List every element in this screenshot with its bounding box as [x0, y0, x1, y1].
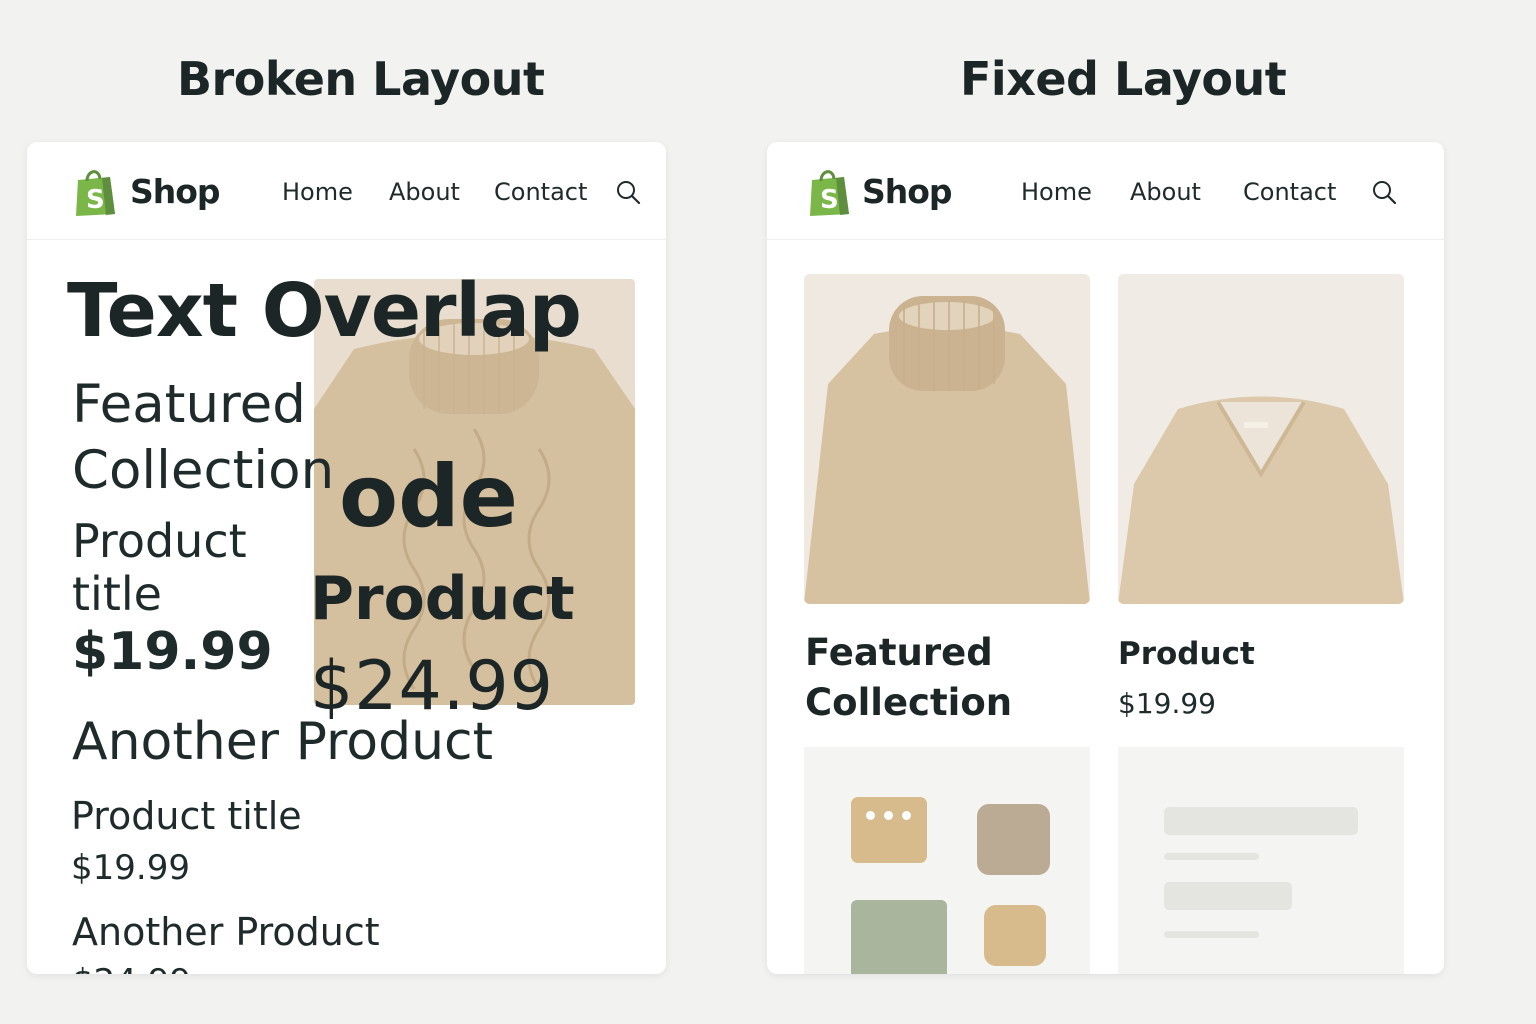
nav-contact-link[interactable]: Contact — [494, 178, 587, 206]
product-price: $19.99 — [72, 622, 273, 682]
product-price: $19.99 — [1118, 687, 1216, 720]
svg-text:S: S — [820, 185, 839, 215]
tile-with-dots — [851, 797, 927, 863]
product-price-clipped: $24.99 — [72, 962, 191, 974]
another-product-title[interactable]: Another Product — [72, 712, 493, 772]
broken-layout-title: Broken Layout — [177, 52, 545, 106]
navbar: S Shop Home About Contact — [27, 142, 666, 240]
tile-tan — [984, 905, 1046, 966]
skeleton-line — [1164, 853, 1259, 860]
product-title[interactable]: Product — [1118, 636, 1255, 672]
logo-text[interactable]: Shop — [130, 172, 221, 211]
overlapping-code-text: ode — [339, 447, 518, 547]
tile-taupe — [977, 804, 1050, 875]
featured-collection-title: Featured Collection — [72, 374, 335, 501]
product-price-2: $19.99 — [71, 848, 190, 888]
fixed-layout-title: Fixed Layout — [960, 52, 1287, 106]
skeleton-line — [1164, 931, 1259, 938]
turtleneck-sweater-image[interactable] — [804, 274, 1090, 604]
vneck-sweater-image[interactable] — [1118, 274, 1404, 604]
search-icon[interactable] — [1372, 180, 1398, 206]
fixed-layout-card: S Shop Home About Contact Featured Colle… — [767, 142, 1444, 974]
tile-sage — [851, 900, 947, 974]
logo-text[interactable]: Shop — [862, 172, 953, 211]
search-icon[interactable] — [616, 180, 642, 206]
skeleton-bar — [1164, 882, 1292, 910]
svg-text:S: S — [86, 185, 105, 215]
placeholder-card-skeleton — [1118, 747, 1404, 974]
skeleton-bar — [1164, 807, 1358, 835]
shopify-bag-icon[interactable]: S — [74, 166, 118, 218]
product-title-2[interactable]: Product title — [71, 794, 302, 838]
navbar: S Shop Home About Contact — [767, 142, 1444, 240]
nav-contact-link[interactable]: Contact — [1243, 178, 1336, 206]
product-title[interactable]: Product title — [72, 515, 292, 621]
placeholder-card-tiles — [804, 747, 1090, 974]
another-product-title-2[interactable]: Another Product — [72, 910, 380, 954]
nav-home-link[interactable]: Home — [1021, 178, 1092, 206]
overlapping-product-title[interactable]: Product — [310, 564, 575, 634]
text-overlap-heading: Text Overlap — [67, 268, 582, 354]
shopify-bag-icon[interactable]: S — [808, 166, 852, 218]
nav-about-link[interactable]: About — [1130, 178, 1201, 206]
featured-collection-title[interactable]: Featured Collection — [805, 628, 1065, 728]
nav-home-link[interactable]: Home — [282, 178, 353, 206]
nav-about-link[interactable]: About — [389, 178, 460, 206]
broken-layout-card: S Shop Home About Contact Text Overlap F… — [27, 142, 666, 974]
